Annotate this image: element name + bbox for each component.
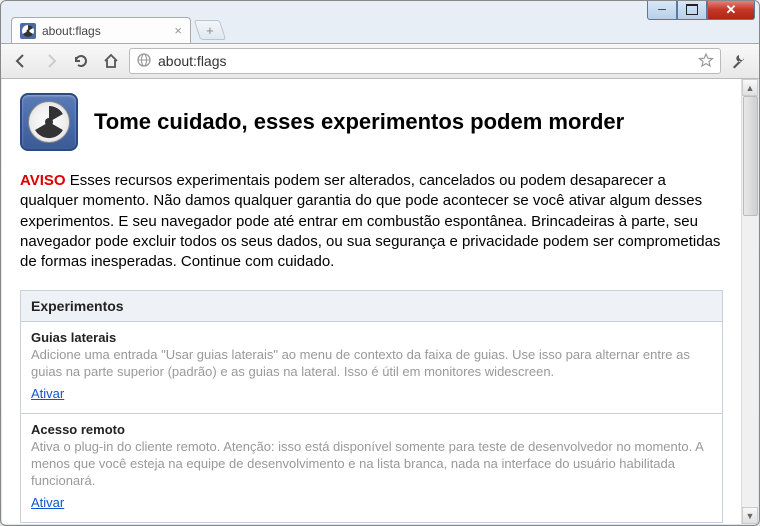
back-button[interactable]: [9, 49, 33, 73]
warning-text: Esses recursos experimentais podem ser a…: [20, 172, 720, 270]
experiment-item: Acesso remoto Ativa o plug-in do cliente…: [20, 414, 723, 523]
reload-button[interactable]: [69, 49, 93, 73]
home-button[interactable]: [99, 49, 123, 73]
wrench-menu-button[interactable]: [727, 52, 751, 70]
warning-label: AVISO: [20, 172, 66, 189]
experiment-title: Acesso remoto: [31, 422, 712, 437]
scroll-thumb[interactable]: [743, 96, 758, 216]
experiment-title: Guias laterais: [31, 330, 712, 345]
experiment-enable-link[interactable]: Ativar: [31, 495, 64, 510]
warning-paragraph: AVISO Esses recursos experimentais podem…: [20, 171, 723, 272]
radiation-hazard-icon: [20, 93, 78, 151]
toolbar: about:flags: [1, 43, 759, 79]
browser-tab[interactable]: about:flags ×: [11, 17, 191, 43]
scroll-up-button[interactable]: ▲: [742, 79, 758, 96]
browser-window: ─ ✕ about:flags × +: [0, 0, 760, 526]
experiment-enable-link[interactable]: Ativar: [31, 386, 64, 401]
globe-icon: [136, 52, 152, 71]
page-title: Tome cuidado, esses experimentos podem m…: [94, 109, 624, 135]
forward-button[interactable]: [39, 49, 63, 73]
experiment-description: Ativa o plug-in do cliente remoto. Atenç…: [31, 439, 712, 490]
experiment-description: Adicione uma entrada "Usar guias laterai…: [31, 347, 712, 381]
radiation-icon: [20, 23, 36, 39]
window-maximize-button[interactable]: [677, 0, 707, 20]
viewport: Tome cuidado, esses experimentos podem m…: [2, 79, 758, 524]
tab-title: about:flags: [42, 24, 101, 38]
new-tab-button[interactable]: +: [194, 20, 226, 40]
window-close-button[interactable]: ✕: [707, 0, 755, 20]
window-minimize-button[interactable]: ─: [647, 0, 677, 20]
window-titlebar: ─ ✕: [1, 1, 759, 15]
vertical-scrollbar[interactable]: ▲ ▼: [741, 79, 758, 524]
experiment-item: Guias laterais Adicione uma entrada "Usa…: [20, 322, 723, 414]
experiments-section-header: Experimentos: [20, 290, 723, 322]
page-content: Tome cuidado, esses experimentos podem m…: [2, 79, 741, 524]
bookmark-star-icon[interactable]: [698, 52, 714, 71]
scroll-down-button[interactable]: ▼: [742, 507, 758, 524]
url-text: about:flags: [158, 53, 227, 69]
address-bar[interactable]: about:flags: [129, 48, 721, 74]
tab-close-icon[interactable]: ×: [174, 23, 182, 38]
page-header: Tome cuidado, esses experimentos podem m…: [20, 93, 723, 151]
window-controls: ─ ✕: [647, 0, 755, 20]
tabstrip: about:flags × +: [1, 15, 759, 43]
